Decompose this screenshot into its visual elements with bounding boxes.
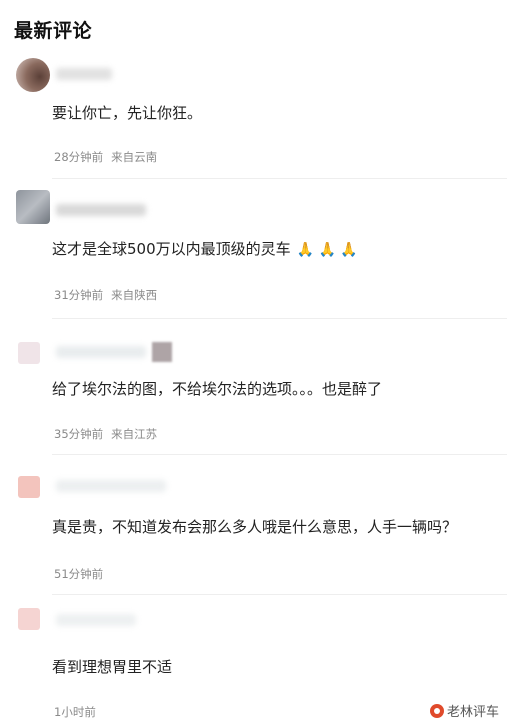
divider <box>52 178 507 179</box>
comment-text-body: 这才是全球500万以内最顶级的灵车 <box>52 240 291 258</box>
username[interactable] <box>56 204 146 216</box>
watermark: 老林评车 <box>429 701 499 720</box>
divider <box>52 454 507 455</box>
avatar[interactable] <box>18 476 40 498</box>
avatar[interactable] <box>16 190 50 224</box>
avatar[interactable] <box>16 58 50 92</box>
blurred-image-icon <box>152 342 172 362</box>
username[interactable] <box>56 614 136 626</box>
divider <box>52 318 507 319</box>
comment-meta: 35分钟前 来自江苏 <box>54 426 157 442</box>
comment-meta: 31分钟前 来自陕西 <box>54 287 157 303</box>
watermark-logo-icon <box>429 703 444 718</box>
comment-text: 看到理想胃里不适 <box>52 658 173 676</box>
divider <box>52 594 507 595</box>
pray-emoji-icon: 🙏 🙏 🙏 <box>296 242 358 258</box>
comment-location: 来自云南 <box>111 150 158 164</box>
comment-text: 这才是全球500万以内最顶级的灵车 🙏 🙏 🙏 <box>52 238 358 259</box>
username[interactable] <box>56 68 112 80</box>
watermark-text: 老林评车 <box>446 705 499 720</box>
comment-meta: 1小时前 <box>54 704 96 720</box>
comment-text: 给了埃尔法的图，不给埃尔法的选项。。。也是醉了 <box>52 380 383 398</box>
comment-time: 28分钟前 <box>54 150 104 164</box>
avatar[interactable] <box>18 608 40 630</box>
comment-meta: 51分钟前 <box>54 566 103 582</box>
comment-time: 1小时前 <box>54 705 96 719</box>
comment-time: 31分钟前 <box>54 288 104 302</box>
comment-time: 51分钟前 <box>54 567 104 581</box>
avatar[interactable] <box>18 342 40 364</box>
username[interactable] <box>56 480 166 492</box>
comment-location: 来自陕西 <box>111 288 158 302</box>
section-title: 最新评论 <box>14 20 93 42</box>
username[interactable] <box>56 346 146 358</box>
comment-text: 真是贵，不知道发布会那么多人哦是什么意思，人手一辆吗？ <box>52 518 458 536</box>
comment-text: 要让你亡，先让你狂。 <box>52 104 203 122</box>
comment-meta: 28分钟前 来自云南 <box>54 149 157 165</box>
comment-location: 来自江苏 <box>111 427 158 441</box>
comment-time: 35分钟前 <box>54 427 104 441</box>
